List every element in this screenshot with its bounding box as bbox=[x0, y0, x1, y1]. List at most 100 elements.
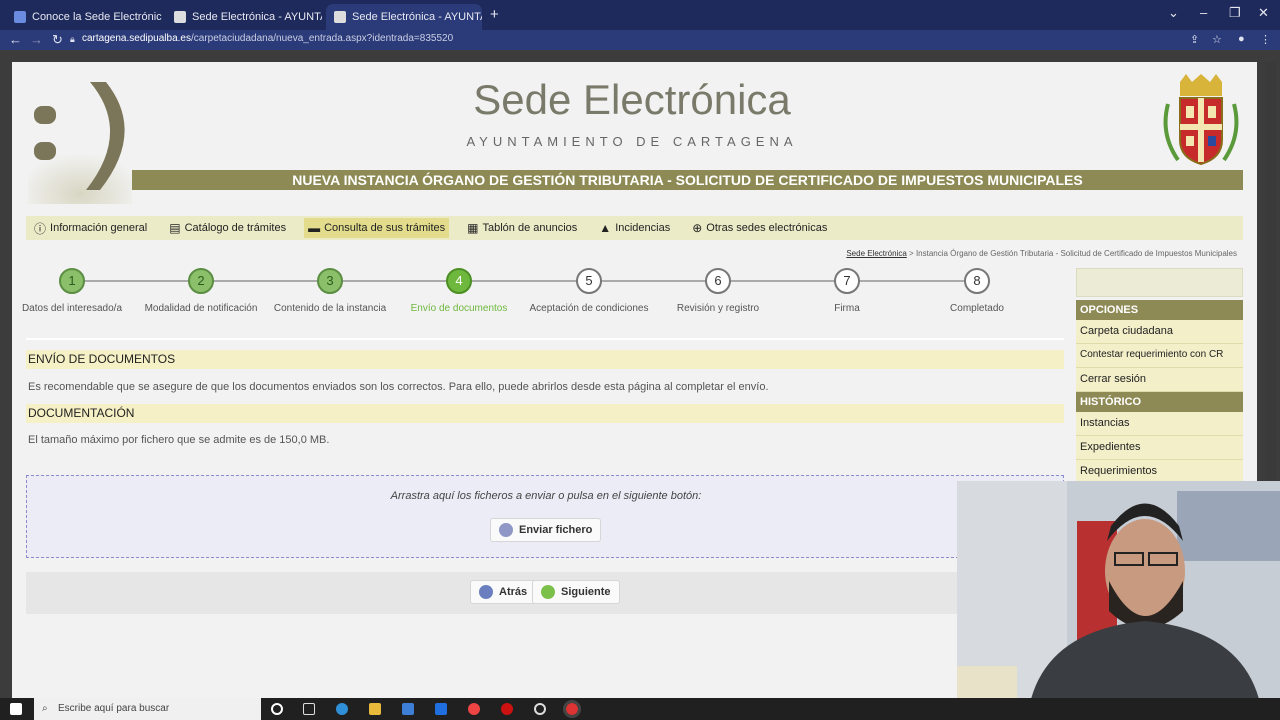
tab-title: Sede Electrónica - AYUNTAMIEN bbox=[192, 11, 322, 23]
sidebar-item-expedientes[interactable]: Expedientes bbox=[1076, 436, 1243, 460]
step-label: Revisión y registro bbox=[676, 303, 760, 314]
menu-dots-icon[interactable]: ⋮ bbox=[1260, 33, 1271, 46]
favicon-icon bbox=[174, 11, 186, 23]
close-window-icon[interactable]: ✕ bbox=[1258, 5, 1269, 21]
chrome-active-icon[interactable] bbox=[563, 700, 581, 718]
step-label: Envío de documentos bbox=[410, 303, 508, 314]
forward-icon[interactable]: → bbox=[30, 32, 43, 47]
url-domain: cartagena.sedipualba.es bbox=[82, 33, 191, 44]
chrome-icon[interactable] bbox=[468, 703, 480, 715]
step-number: 3 bbox=[317, 268, 343, 294]
store-icon[interactable] bbox=[402, 703, 414, 715]
url-text[interactable]: cartagena.sedipualba.es/carpetaciudadana… bbox=[82, 33, 453, 44]
webcam-overlay bbox=[957, 481, 1280, 720]
arrow-left-icon bbox=[479, 585, 493, 599]
step-number: 4 bbox=[446, 268, 472, 294]
tab-search-icon[interactable]: ⌄ bbox=[1168, 5, 1179, 21]
sidebar-opciones-title: OPCIONES bbox=[1076, 300, 1243, 320]
next-label: Siguiente bbox=[561, 586, 611, 598]
profile-icon[interactable]: ● bbox=[1238, 33, 1245, 45]
step-number: 5 bbox=[576, 268, 602, 294]
navigation-area: Atrás Siguiente bbox=[26, 572, 1064, 614]
sidebar-item-contestar[interactable]: Contestar requerimiento con CR bbox=[1076, 344, 1243, 368]
step-5: 5 Aceptación de condiciones bbox=[529, 268, 649, 314]
info-icon: ⓘ bbox=[34, 221, 47, 236]
windows-start-icon[interactable] bbox=[10, 703, 22, 715]
breadcrumb-rest: > Instancia Órgano de Gestión Tributaria… bbox=[909, 249, 1237, 258]
task-view-icon[interactable] bbox=[303, 703, 315, 715]
edge-icon[interactable] bbox=[336, 703, 348, 715]
restore-icon[interactable]: ❐ bbox=[1229, 5, 1241, 21]
dropbox-icon[interactable] bbox=[435, 703, 447, 715]
step-number: 2 bbox=[188, 268, 214, 294]
obs-icon[interactable] bbox=[534, 703, 546, 715]
file-explorer-icon[interactable] bbox=[369, 703, 381, 715]
menu-item-otras-sedes[interactable]: ⊕ Otras sedes electrónicas bbox=[688, 218, 831, 238]
step-label: Firma bbox=[834, 303, 860, 314]
site-title: Sede Electrónica bbox=[473, 76, 791, 123]
divider bbox=[26, 338, 1064, 340]
reload-icon[interactable]: ↻ bbox=[52, 32, 63, 48]
menu-label: Tablón de anuncios bbox=[482, 222, 578, 234]
opera-icon[interactable] bbox=[501, 703, 513, 715]
cartagena-coat-of-arms-icon bbox=[1163, 74, 1239, 166]
back-icon[interactable]: ← bbox=[9, 32, 22, 47]
menu-label: Información general bbox=[50, 222, 148, 234]
board-icon: ▦ bbox=[467, 221, 479, 235]
warning-icon: ▲ bbox=[599, 221, 612, 235]
favicon-icon bbox=[334, 11, 346, 23]
step-number: 7 bbox=[834, 268, 860, 294]
next-button[interactable]: Siguiente bbox=[532, 580, 620, 604]
browser-tab-bar: Conoce la Sede Electrónica | Inf ✕ Sede … bbox=[0, 0, 1280, 30]
menu-item-consulta-tramites[interactable]: ▬ Consulta de sus trámites bbox=[304, 218, 450, 238]
send-file-button[interactable]: Enviar fichero bbox=[490, 518, 602, 542]
minimize-icon[interactable]: – bbox=[1200, 5, 1207, 20]
upload-list-icon bbox=[499, 523, 513, 537]
step-7: 7 Firma bbox=[787, 268, 907, 314]
share-icon[interactable]: ⇪ bbox=[1190, 33, 1199, 46]
sidebar-banner bbox=[1076, 268, 1243, 297]
tab-title: Conoce la Sede Electrónica | Inf bbox=[32, 11, 162, 23]
sidebar-item-cerrar-sesion[interactable]: Cerrar sesión bbox=[1076, 368, 1243, 392]
bookmark-star-icon[interactable]: ☆ bbox=[1212, 33, 1222, 46]
sidebar-historico-title: HISTÓRICO bbox=[1076, 392, 1243, 412]
browser-tab-2[interactable]: Sede Electrónica - AYUNTAMIEN ✕ bbox=[166, 4, 322, 30]
section-title-documentacion: DOCUMENTACIÓN bbox=[26, 404, 1064, 423]
file-drop-zone[interactable]: Arrastra aquí los ficheros a enviar o pu… bbox=[26, 475, 1064, 558]
step-label: Contenido de la instancia bbox=[273, 303, 387, 314]
step-3: 3 Contenido de la instancia bbox=[270, 268, 390, 314]
address-bar: ← → ↻ 🔒︎ cartagena.sedipualba.es/carpeta… bbox=[0, 30, 1280, 50]
globe-icon: ⊕ bbox=[692, 221, 703, 235]
step-label: Aceptación de condiciones bbox=[529, 303, 649, 314]
browser-tab-3-active[interactable]: Sede Electrónica - AYUNTAMIEN ✕ bbox=[326, 4, 482, 30]
folder-icon: ▬ bbox=[308, 221, 321, 235]
step-6: 6 Revisión y registro bbox=[658, 268, 778, 314]
drop-instructions: Arrastra aquí los ficheros a enviar o pu… bbox=[390, 490, 702, 502]
browser-tab-1[interactable]: Conoce la Sede Electrónica | Inf ✕ bbox=[6, 4, 162, 30]
step-number: 8 bbox=[964, 268, 990, 294]
sidebar-item-carpeta[interactable]: Carpeta ciudadana bbox=[1076, 320, 1243, 344]
sidebar-item-instancias[interactable]: Instancias bbox=[1076, 412, 1243, 436]
new-tab-icon[interactable]: + bbox=[490, 6, 499, 23]
step-number: 6 bbox=[705, 268, 731, 294]
menu-label: Consulta de sus trámites bbox=[324, 222, 446, 234]
menu-item-informacion-general[interactable]: ⓘ Información general bbox=[30, 217, 151, 240]
menu-item-incidencias[interactable]: ▲ Incidencias bbox=[595, 218, 674, 238]
step-number: 1 bbox=[59, 268, 85, 294]
menu-item-catalogo-tramites[interactable]: ▤ Catálogo de trámites bbox=[165, 218, 290, 238]
menu-label: Incidencias bbox=[615, 222, 671, 234]
menu-item-tablon-anuncios[interactable]: ▦ Tablón de anuncios bbox=[463, 218, 581, 238]
section-title-envio: ENVÍO DE DOCUMENTOS bbox=[26, 350, 1064, 369]
cortana-icon[interactable] bbox=[271, 703, 283, 715]
back-button[interactable]: Atrás bbox=[470, 580, 537, 604]
taskbar-search[interactable]: ⌕ Escribe aquí para buscar bbox=[34, 698, 261, 720]
arrow-right-icon bbox=[541, 585, 555, 599]
main-menu: ⓘ Información general ▤ Catálogo de trámit… bbox=[26, 216, 1243, 240]
send-file-label: Enviar fichero bbox=[519, 524, 593, 536]
breadcrumb-home-link[interactable]: Sede Electrónica bbox=[846, 249, 906, 258]
menu-label: Otras sedes electrónicas bbox=[706, 222, 828, 234]
windows-taskbar: ⌕ Escribe aquí para buscar bbox=[0, 698, 1280, 720]
sede-smile-logo bbox=[28, 82, 132, 204]
breadcrumb: Sede Electrónica > Instancia Órgano de G… bbox=[846, 249, 1237, 258]
step-1: 1 Datos del interesado/a bbox=[12, 268, 132, 314]
